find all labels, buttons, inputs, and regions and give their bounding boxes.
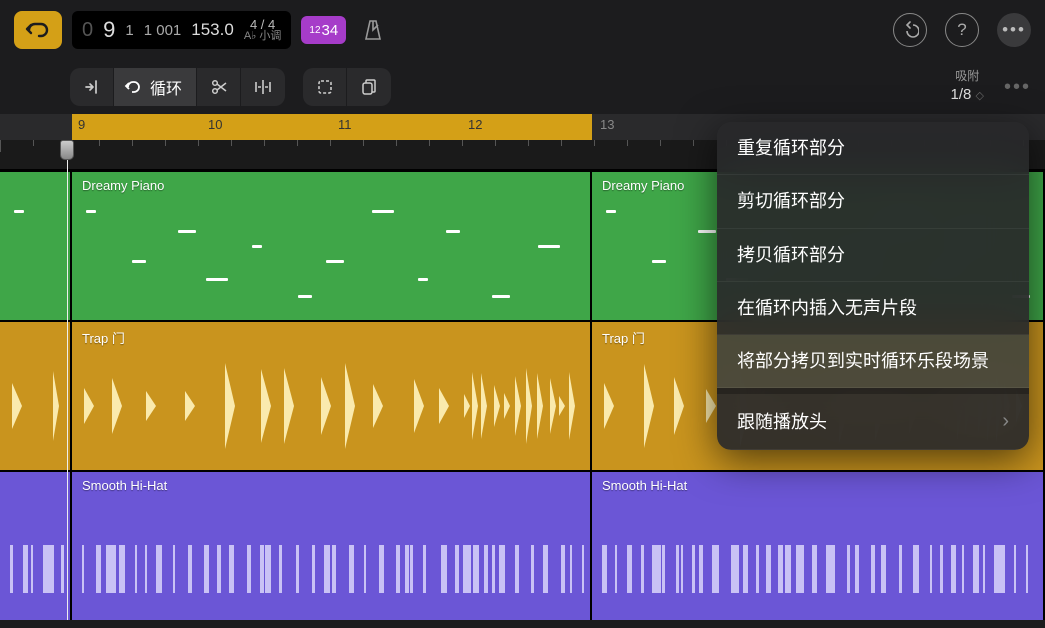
stepper-icon: ◇ (976, 90, 984, 102)
region-clip[interactable]: Smooth Hi-Hat (72, 472, 592, 620)
bar-label: 12 (468, 117, 482, 132)
region-label: Smooth Hi-Hat (82, 478, 167, 493)
position-bar: 9 (103, 17, 115, 43)
help-button[interactable]: ? (945, 13, 979, 47)
tool-group-1: 循环 (70, 68, 285, 106)
undo-icon (901, 21, 919, 39)
snap-value: 1/8 (950, 86, 971, 103)
menu-item-insert-silence[interactable]: 在循环内插入无声片段 (717, 282, 1029, 335)
insert-tool[interactable] (70, 68, 114, 106)
menu-item-follow-playhead[interactable]: 跟随播放头 › (717, 394, 1029, 450)
scissors-icon (210, 78, 228, 96)
region-label: Smooth Hi-Hat (602, 478, 687, 493)
bar-label: 13 (600, 117, 614, 132)
context-menu: 重复循环部分 剪切循环部分 拷贝循环部分 在循环内插入无声片段 将部分拷贝到实时… (717, 122, 1029, 450)
menu-item-copy-to-live-loops[interactable]: 将部分拷贝到实时循环乐段场景 (717, 335, 1029, 388)
marquee-tool[interactable] (303, 68, 347, 106)
loop-tool-label: 循环 (150, 75, 182, 99)
count-in-button[interactable]: 1234 (301, 16, 346, 44)
position-sub: 1 001 (144, 22, 182, 39)
region-clip[interactable]: Trap 门 (72, 322, 592, 470)
bar-label: 11 (338, 117, 352, 132)
metronome-icon (361, 18, 385, 42)
snap-label: 吸附 (955, 69, 979, 85)
ellipsis-icon: ••• (1002, 20, 1026, 40)
insert-icon (83, 78, 101, 96)
copy-icon (360, 78, 378, 96)
region-label: Trap 门 (602, 328, 645, 347)
menu-item-cut-cycle[interactable]: 剪切循环部分 (717, 175, 1029, 228)
toolbar-more-button[interactable]: ••• (1004, 76, 1031, 99)
region-clip[interactable]: Smooth Hi-Hat (592, 472, 1045, 620)
marquee-icon (316, 78, 334, 96)
track-row[interactable]: Smooth Hi-Hat Smooth Hi-Hat (0, 470, 1045, 620)
bar-label: 9 (78, 117, 85, 132)
region-label: Trap 门 (82, 328, 125, 347)
tool-group-2 (303, 68, 391, 106)
top-right-controls: ? ••• (893, 13, 1031, 47)
menu-item-repeat-cycle[interactable]: 重复循环部分 (717, 122, 1029, 175)
split-icon (253, 78, 273, 96)
region-clip[interactable]: Dreamy Piano (72, 172, 592, 320)
cycle-icon (25, 21, 51, 39)
tempo-value: 153.0 (191, 20, 234, 40)
snap-control[interactable]: 吸附 1/8 ◇ (950, 69, 984, 104)
scissors-tool[interactable] (197, 68, 241, 106)
copy-tool[interactable] (347, 68, 391, 106)
metronome-button[interactable] (356, 13, 390, 47)
region-clip[interactable] (0, 172, 72, 320)
region-clip[interactable] (0, 472, 72, 620)
region-label: Dreamy Piano (82, 178, 164, 193)
more-button[interactable]: ••• (997, 13, 1031, 47)
time-sig-key: 4 / 4 A♭ 小调 (244, 18, 282, 42)
undo-button[interactable] (893, 13, 927, 47)
lcd-display[interactable]: 0 9 1 1 001 153.0 4 / 4 A♭ 小调 (72, 11, 291, 49)
loop-icon (124, 78, 142, 96)
position-beat: 1 (125, 22, 133, 39)
cycle-toggle-button[interactable] (14, 11, 62, 49)
split-tool[interactable] (241, 68, 285, 106)
loop-tool-selected[interactable]: 循环 (114, 68, 197, 106)
bar-label: 10 (208, 117, 222, 132)
chevron-right-icon: › (1002, 408, 1009, 435)
cycle-range-indicator[interactable] (72, 114, 592, 140)
edit-toolbar: 循环 吸附 1/8 ◇ ••• (0, 60, 1045, 114)
region-clip[interactable] (0, 322, 72, 470)
region-label: Dreamy Piano (602, 178, 684, 193)
top-bar: 0 9 1 1 001 153.0 4 / 4 A♭ 小调 1234 ? ••• (0, 0, 1045, 60)
menu-item-copy-cycle[interactable]: 拷贝循环部分 (717, 229, 1029, 282)
